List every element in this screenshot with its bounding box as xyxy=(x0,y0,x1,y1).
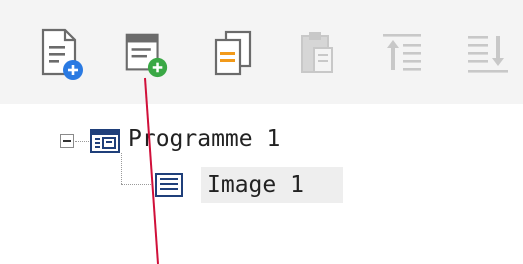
toolbar xyxy=(0,0,523,105)
minus-icon xyxy=(63,140,71,142)
collapse-toggle[interactable] xyxy=(60,134,74,148)
new-window-plus-icon xyxy=(125,33,168,78)
copy-document-icon xyxy=(214,30,252,76)
tree-node-label: Programme 1 xyxy=(128,126,281,152)
tree-node-label: Image 1 xyxy=(207,172,304,198)
tree-connector xyxy=(75,141,89,142)
move-down-icon xyxy=(468,36,508,73)
move-up-icon xyxy=(383,34,421,71)
move-down-button[interactable] xyxy=(463,22,513,86)
tree-node-programme[interactable]: Programme 1 xyxy=(90,124,370,158)
paste-button[interactable] xyxy=(291,22,341,86)
tree-node-image[interactable]: Image 1 xyxy=(155,167,345,203)
programme-icon xyxy=(90,129,120,153)
image-list-icon xyxy=(155,173,183,197)
copy-button[interactable] xyxy=(207,22,257,86)
move-up-button[interactable] xyxy=(378,22,428,86)
tree-connector xyxy=(121,184,153,185)
new-programme-button[interactable] xyxy=(36,22,86,86)
paste-icon xyxy=(301,32,333,73)
new-window-button[interactable] xyxy=(121,22,171,86)
new-document-plus-icon xyxy=(41,28,83,80)
